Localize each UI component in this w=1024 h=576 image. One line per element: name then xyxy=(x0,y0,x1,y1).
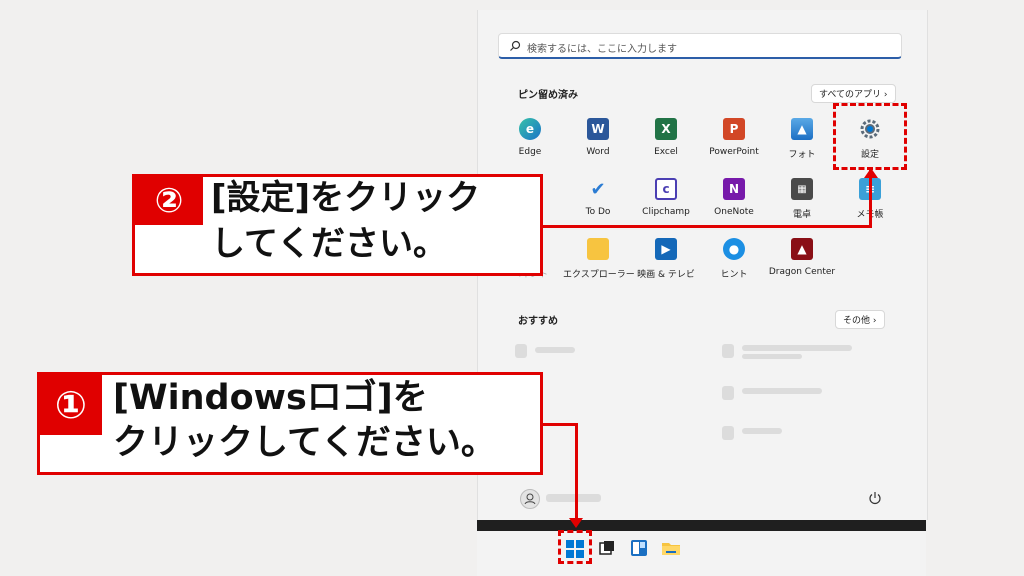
step-2-text-line1: [設定]をクリック xyxy=(211,178,481,218)
step-2-text-line2: してください。 xyxy=(211,224,447,264)
recommended-item[interactable] xyxy=(742,345,852,351)
step-1-text-line1: [Windowsロゴ]を xyxy=(113,378,428,418)
all-apps-label: すべてのアプリ xyxy=(819,90,882,100)
chevron-right-icon: › xyxy=(872,316,877,326)
callout2-connector-vertical xyxy=(869,170,872,228)
pinned-section-title: ピン留め済み xyxy=(518,90,578,101)
calculator-icon: ▦ xyxy=(791,178,813,200)
all-apps-button[interactable]: すべてのアプリ › xyxy=(811,84,896,103)
movies-icon: ▶ xyxy=(655,238,677,260)
arrow-up-icon xyxy=(864,168,878,178)
recommended-section-title: おすすめ xyxy=(518,316,558,327)
app-label: To Do xyxy=(585,207,611,217)
clipchamp-icon: c xyxy=(655,178,677,200)
callout1-connector-vertical xyxy=(575,423,578,523)
pinned-app-explorer[interactable]: エクスプローラー xyxy=(563,238,635,294)
pinned-app-word[interactable]: W Word xyxy=(563,118,633,174)
recommended-item[interactable] xyxy=(742,428,782,434)
app-label: OneNote xyxy=(714,207,754,217)
pinned-app-excel[interactable]: X Excel xyxy=(631,118,701,174)
app-label: エクスプローラー xyxy=(563,270,635,280)
onenote-icon: N xyxy=(723,178,745,200)
task-view-icon xyxy=(599,541,614,555)
widgets-icon xyxy=(631,540,647,556)
taskbar xyxy=(477,531,926,576)
file-explorer-button[interactable] xyxy=(662,540,680,560)
search-icon xyxy=(510,40,521,51)
word-icon: W xyxy=(587,118,609,140)
search-placeholder: 検索するには、ここに入力します xyxy=(527,44,677,55)
excel-icon: X xyxy=(655,118,677,140)
app-label: Dragon Center xyxy=(768,267,836,277)
recommended-item-icon xyxy=(515,344,527,358)
app-label: 電卓 xyxy=(792,210,811,220)
app-label: フォト xyxy=(788,150,816,160)
pinned-app-powerpoint[interactable]: P PowerPoint xyxy=(699,118,769,174)
user-icon xyxy=(524,493,536,505)
explorer-icon xyxy=(587,238,609,260)
callout2-connector xyxy=(540,225,871,228)
pinned-app-photos[interactable]: ▲ フォト xyxy=(767,118,837,174)
power-button[interactable] xyxy=(868,490,882,509)
recommended-item[interactable] xyxy=(535,347,575,353)
user-name xyxy=(546,494,601,502)
powerpoint-icon: P xyxy=(723,118,745,140)
taskbar-separator xyxy=(477,520,926,531)
dragon-center-icon: ▲ xyxy=(791,238,813,260)
app-label: PowerPoint xyxy=(709,147,759,157)
pinned-app-dragon-center[interactable]: ▲ Dragon Center xyxy=(767,238,837,294)
photos-icon: ▲ xyxy=(791,118,813,140)
app-label: Excel xyxy=(654,147,678,157)
power-icon xyxy=(869,492,881,505)
pinned-app-edge[interactable]: e Edge xyxy=(495,118,565,174)
pinned-app-tips[interactable]: ● ヒント xyxy=(699,238,769,294)
chevron-right-icon: › xyxy=(883,90,888,100)
folder-icon xyxy=(662,543,680,555)
more-label: その他 xyxy=(843,316,871,326)
callout1-connector xyxy=(540,423,578,426)
recommended-item[interactable] xyxy=(742,388,822,394)
more-button[interactable]: その他 › xyxy=(835,310,885,329)
task-view-button[interactable] xyxy=(599,540,615,560)
edge-icon: e xyxy=(519,118,541,140)
app-label: 映画 & テレビ xyxy=(637,270,695,280)
app-label: Word xyxy=(586,147,610,157)
app-label: Clipchamp xyxy=(642,207,690,217)
todo-icon: ✔ xyxy=(590,178,606,200)
recommended-item-detail xyxy=(742,354,802,359)
recommended-item-icon xyxy=(722,426,734,440)
step-2-number: ② xyxy=(135,177,203,225)
settings-highlight xyxy=(833,103,907,170)
tips-icon: ● xyxy=(723,238,745,260)
arrow-down-icon xyxy=(569,518,583,528)
recommended-item-icon xyxy=(722,386,734,400)
step-1-text-line2: クリックしてください。 xyxy=(113,423,496,463)
widgets-button[interactable] xyxy=(631,540,647,560)
windows-start-highlight xyxy=(558,530,592,564)
pinned-app-movies-tv[interactable]: ▶ 映画 & テレビ xyxy=(631,238,701,294)
step-1-number: ① xyxy=(40,375,102,435)
app-label: ヒント xyxy=(720,270,748,280)
search-input[interactable]: 検索するには、ここに入力します xyxy=(498,33,902,59)
app-label: Edge xyxy=(518,147,542,157)
avatar[interactable] xyxy=(520,489,540,509)
recommended-item-icon xyxy=(722,344,734,358)
